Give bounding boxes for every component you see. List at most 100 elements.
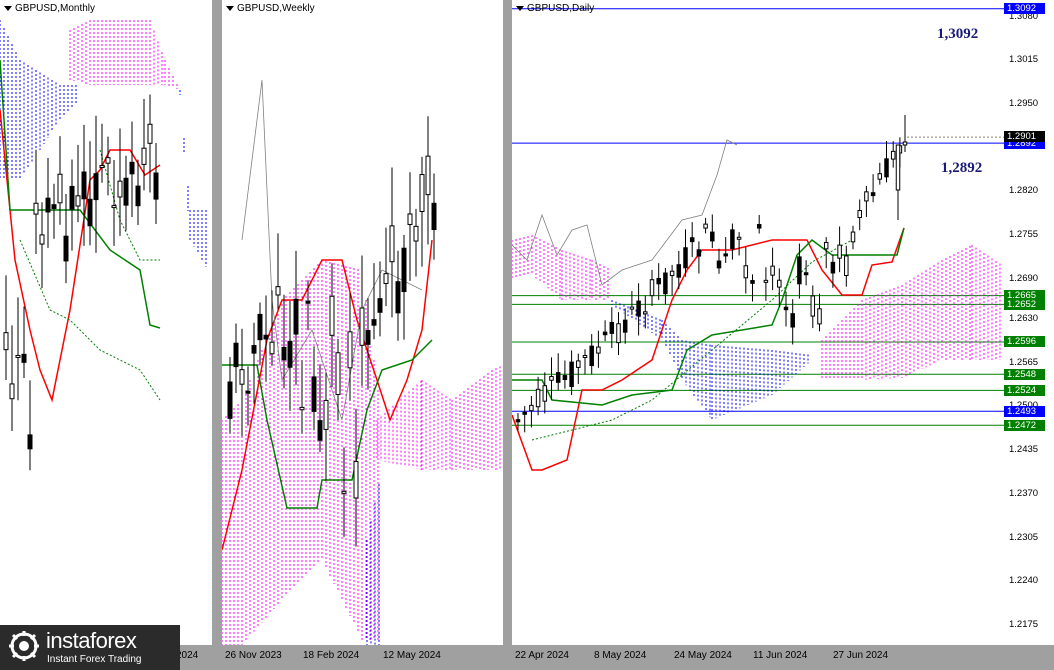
monthly-chart-canvas[interactable] xyxy=(0,0,212,645)
daily-chikou-line xyxy=(512,139,738,286)
dropdown-triangle-icon xyxy=(4,6,12,11)
daily-candle-body xyxy=(830,261,836,274)
daily-candle-body xyxy=(710,231,715,242)
level-annotation-upper: 1,3092 xyxy=(937,26,979,42)
weekly-candle-body xyxy=(389,225,395,263)
price-tick-label: 1.2565 xyxy=(1009,356,1039,368)
instaforex-logo: instaforex Instant Forex Trading xyxy=(0,625,180,670)
monthly-chart-title: GBPUSD,Monthly xyxy=(4,3,95,14)
weekly-candle-body xyxy=(299,406,305,411)
daily-bear-cloud xyxy=(611,300,809,420)
weekly-candle-body xyxy=(317,420,323,441)
daily-candle-body xyxy=(790,313,795,328)
daily-candle-body xyxy=(770,265,775,276)
price-tick-label: 1.2690 xyxy=(1009,272,1039,284)
daily-candle-body xyxy=(683,247,688,269)
level-annotation-lower: 1,2892 xyxy=(941,160,983,176)
daily-candle-body xyxy=(877,173,883,180)
monthly-title-text: GBPUSD,Monthly xyxy=(15,3,96,14)
price-tick-label: 1.2370 xyxy=(1009,487,1039,499)
instaforex-logo-icon xyxy=(9,631,39,661)
weekly-candle-body xyxy=(257,313,263,341)
weekly-chart-panel[interactable]: GBPUSD,Weekly xyxy=(222,0,503,645)
price-level-tag: 1.2524 xyxy=(1004,384,1045,396)
monthly-candle-body xyxy=(99,165,105,169)
monthly-candle-body xyxy=(15,354,21,358)
daily-candle-body xyxy=(723,253,728,257)
price-tick-label: 1.2435 xyxy=(1009,444,1039,456)
daily-candle-body xyxy=(643,311,648,315)
monthly-candle-body xyxy=(93,173,99,201)
weekly-candle-body xyxy=(413,225,419,242)
weekly-chart-canvas[interactable] xyxy=(222,0,503,645)
daily-candle-body xyxy=(817,308,822,325)
monthly-candle-body xyxy=(33,202,39,215)
daily-candle-body xyxy=(870,192,876,197)
weekly-candle-body xyxy=(407,213,413,225)
daily-x-label: 24 May 2024 xyxy=(674,650,732,661)
daily-chart-panel[interactable]: GBPUSD,Daily xyxy=(512,0,1005,645)
dropdown-triangle-icon xyxy=(226,6,234,11)
daily-x-label: 27 Jun 2024 xyxy=(833,650,889,661)
daily-candle-body xyxy=(884,158,889,178)
daily-candle-body xyxy=(890,150,896,160)
weekly-bull-cloud xyxy=(376,366,501,470)
daily-chart-title: GBPUSD,Daily xyxy=(516,3,594,14)
daily-candle-body xyxy=(850,231,856,243)
price-tick-label: 1.2950 xyxy=(1009,98,1039,110)
monthly-candle-body xyxy=(81,171,87,200)
weekly-candle-body xyxy=(425,155,431,196)
daily-chart-canvas[interactable] xyxy=(512,0,1005,645)
daily-candle-body xyxy=(730,229,735,250)
weekly-candle-body xyxy=(419,174,425,212)
daily-candle-body xyxy=(522,411,527,415)
monthly-chart-panel[interactable]: GBPUSD,Monthly xyxy=(0,0,212,645)
weekly-candle-body xyxy=(239,369,245,385)
weekly-candle-body xyxy=(341,490,347,494)
monthly-candle-body xyxy=(129,161,135,175)
daily-candle-body xyxy=(636,300,641,317)
monthly-candle-body xyxy=(27,434,33,450)
daily-candle-body xyxy=(777,279,782,288)
daily-x-label: 22 Apr 2024 xyxy=(515,650,569,661)
weekly-candle-body xyxy=(263,334,269,340)
daily-candle-body xyxy=(689,237,695,243)
daily-candle-body xyxy=(535,388,541,408)
monthly-candle-body xyxy=(45,197,51,213)
daily-candle-body xyxy=(549,376,554,381)
weekly-candle-body xyxy=(431,202,437,231)
weekly-candle-body xyxy=(329,295,335,336)
price-tick-label: 1.2755 xyxy=(1009,229,1039,241)
daily-candle-body xyxy=(596,346,601,354)
monthly-candle-body xyxy=(105,157,111,164)
daily-candle-body xyxy=(589,345,594,367)
weekly-candle-body xyxy=(359,307,365,346)
daily-candle-body xyxy=(716,260,722,269)
daily-candle-body xyxy=(555,372,561,383)
weekly-candle-body xyxy=(383,273,389,284)
daily-candle-body xyxy=(902,141,908,146)
monthly-candle-body xyxy=(21,353,27,363)
weekly-candle-body xyxy=(251,345,257,354)
daily-candle-body xyxy=(669,270,675,277)
monthly-candle-body xyxy=(51,204,57,210)
daily-candle-body xyxy=(542,385,548,402)
daily-candle-body xyxy=(895,144,901,191)
daily-candle-body xyxy=(629,306,635,310)
weekly-candle-body xyxy=(323,399,329,430)
daily-candle-body xyxy=(622,319,628,333)
weekly-candle-body xyxy=(233,342,239,368)
monthly-chikou-line xyxy=(19,239,161,401)
weekly-bear-cloud xyxy=(366,484,380,645)
weekly-candle-body xyxy=(353,461,359,499)
monthly-candle-body xyxy=(117,180,123,198)
daily-candle-body xyxy=(609,321,615,334)
monthly-candle-body xyxy=(3,332,9,351)
weekly-x-label: 26 Nov 2023 xyxy=(225,650,282,661)
daily-candle-body xyxy=(616,323,621,344)
monthly-candle-body xyxy=(111,205,117,209)
price-tick-label: 1.2175 xyxy=(1009,618,1039,630)
price-level-tag: 1.2652 xyxy=(1004,298,1045,310)
daily-candle-body xyxy=(656,277,661,285)
price-level-tag: 1.2472 xyxy=(1004,419,1045,431)
